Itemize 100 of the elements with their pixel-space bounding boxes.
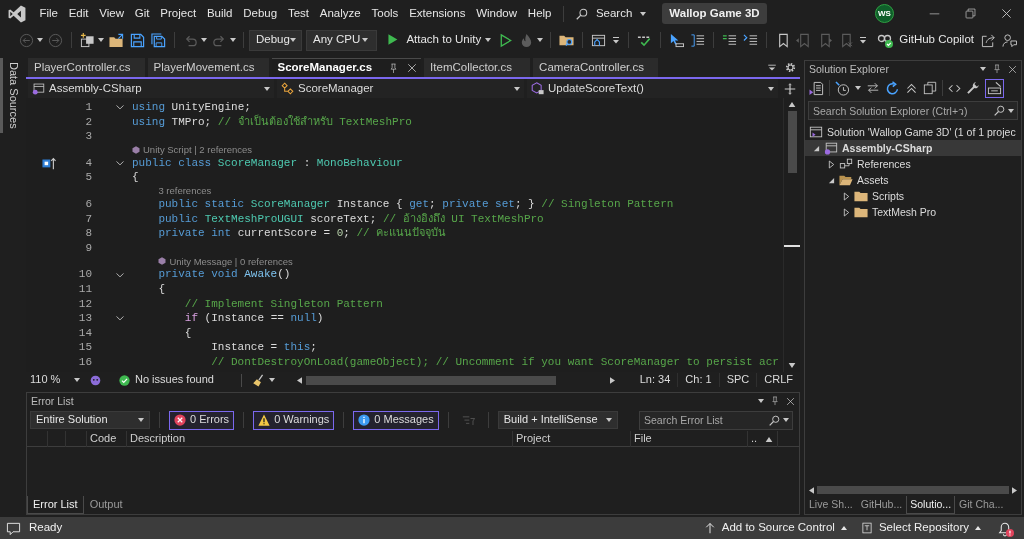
caret-icon[interactable] [783, 418, 789, 422]
arrow-up-icon[interactable] [788, 102, 796, 107]
tree-item[interactable]: Scripts [805, 188, 1021, 204]
caret-icon[interactable] [537, 38, 544, 42]
line-ending-indicator[interactable]: CRLF [756, 373, 800, 387]
source-dropdown[interactable]: Build + IntelliSense [497, 411, 618, 429]
share-icon[interactable] [981, 32, 996, 48]
close-icon[interactable] [407, 63, 418, 73]
caret-icon[interactable] [264, 86, 270, 91]
column-header[interactable]: Code [87, 431, 127, 447]
caret-icon[interactable] [980, 67, 986, 71]
caret-icon[interactable] [840, 526, 847, 530]
pin-icon[interactable] [388, 62, 400, 74]
search-button[interactable]: Search [569, 2, 653, 25]
column-header[interactable]: Project [513, 431, 631, 447]
settings-icon[interactable] [785, 62, 796, 73]
menu-item[interactable]: Analyze [314, 6, 367, 21]
bracket-lines-icon[interactable] [690, 32, 706, 48]
new-item-icon[interactable] [80, 32, 95, 48]
column-header[interactable]: File [631, 431, 748, 447]
caret-icon[interactable] [605, 418, 612, 422]
codelens-text[interactable]: 3 references [158, 185, 212, 197]
play-outline-icon[interactable] [498, 32, 514, 48]
menu-item[interactable]: Extensions [403, 6, 471, 21]
filter-toggle-button[interactable]: 0 Errors [169, 410, 235, 430]
column-header[interactable]: .. [748, 431, 778, 447]
zoom-dropdown[interactable]: 110 % [30, 373, 90, 387]
search-field[interactable]: Search Solution Explorer (Ctrl+ว) [808, 101, 1018, 120]
configuration-dropdown[interactable]: Debug [249, 29, 302, 51]
caret-icon[interactable] [37, 38, 43, 42]
expand-icon[interactable] [843, 207, 850, 217]
panel-tab[interactable]: Output [83, 496, 129, 514]
file-tab[interactable]: PlayerController.cs [28, 58, 145, 77]
menu-item[interactable]: Build [201, 6, 238, 21]
expand-icon[interactable] [843, 191, 850, 201]
panel-tab[interactable]: GitHub... [856, 496, 907, 514]
menu-item[interactable]: Debug [237, 6, 283, 21]
caret-icon[interactable] [269, 378, 275, 382]
caret-icon[interactable] [855, 86, 861, 90]
arrow-down-icon[interactable] [788, 363, 796, 368]
caret-icon[interactable] [230, 38, 236, 42]
scrollbar-thumb[interactable] [787, 111, 797, 173]
file-tab[interactable]: PlayerMovement.cs [147, 58, 269, 77]
caret-icon[interactable] [514, 86, 520, 91]
menu-item[interactable]: Tools [366, 6, 404, 21]
caret-icon[interactable] [138, 418, 144, 422]
caret-icon[interactable] [758, 399, 764, 403]
document-icon[interactable] [809, 80, 824, 96]
menu-item[interactable]: Git [129, 6, 155, 21]
navigation-dropdown[interactable]: ScoreManager [277, 79, 524, 98]
caret-icon[interactable] [201, 38, 207, 42]
tree-item[interactable]: References [805, 156, 1021, 172]
navigation-dropdown[interactable]: UpdateScoreText() [527, 79, 778, 98]
arrow-left-icon[interactable] [809, 486, 814, 494]
caret-icon[interactable] [640, 11, 647, 16]
indentation-indicator[interactable]: SPC [718, 373, 757, 387]
start-button[interactable]: Attach to Unity [381, 33, 496, 47]
column-indicator[interactable]: Ch: 1 [677, 373, 719, 387]
copy-icon[interactable] [923, 81, 937, 95]
dash-lines-icon[interactable] [722, 32, 738, 48]
panel-tab[interactable]: Live Sh... [805, 496, 857, 514]
platform-dropdown[interactable]: Any CPU [306, 29, 378, 51]
preview-toggle[interactable] [985, 78, 1004, 98]
caret-icon[interactable] [485, 38, 492, 42]
save-all-icon[interactable] [151, 32, 166, 48]
caret-icon[interactable] [1008, 108, 1014, 113]
overflow-icon[interactable] [859, 36, 868, 44]
scrollbar-thumb[interactable] [817, 486, 1009, 494]
overflow-icon[interactable] [612, 36, 621, 44]
open-folder-icon[interactable] [109, 32, 124, 48]
chevron-lines-icon[interactable] [743, 32, 759, 48]
line-indicator[interactable]: Ln: 34 [632, 373, 678, 387]
codelens-text[interactable]: Unity Script | 2 references [143, 144, 253, 156]
comment-icon[interactable] [6, 520, 21, 536]
tree-item[interactable]: Assembly-CSharp [805, 140, 1021, 156]
broom-icon[interactable] [252, 373, 265, 387]
feedback-icon[interactable] [1002, 32, 1017, 48]
menu-item[interactable]: Edit [63, 6, 94, 21]
tree-item[interactable]: Assets [805, 172, 1021, 188]
filter-toggle-button[interactable]: 0 Warnings [253, 410, 335, 430]
copilot-button[interactable]: GitHub Copilot [870, 32, 978, 48]
swap-arrows-icon[interactable] [866, 81, 880, 95]
panel-tab[interactable]: Git Cha... [955, 496, 1008, 514]
caret-icon[interactable] [98, 38, 104, 42]
window-icon[interactable] [591, 32, 607, 48]
repository-button[interactable]: Select Repository [860, 521, 981, 535]
arrow-left-icon[interactable] [297, 376, 302, 384]
caret-icon[interactable] [289, 38, 296, 42]
codelens-text[interactable]: Unity Message | 0 references [169, 255, 293, 268]
split-icon[interactable] [784, 82, 796, 95]
pin-icon[interactable] [992, 64, 1002, 74]
side-tab[interactable]: Data Sources [0, 58, 20, 133]
save-icon[interactable] [130, 32, 145, 48]
user-avatar[interactable]: WS [875, 4, 894, 23]
tab-list-icon[interactable] [767, 62, 777, 73]
tree-item[interactable]: Solution 'Wallop Game 3D' (1 of 1 projec [805, 124, 1021, 140]
caret-icon[interactable] [74, 378, 81, 382]
app-logo-icon[interactable] [8, 4, 26, 23]
square-arrow-icon[interactable] [42, 156, 56, 171]
menu-item[interactable]: View [93, 6, 130, 21]
